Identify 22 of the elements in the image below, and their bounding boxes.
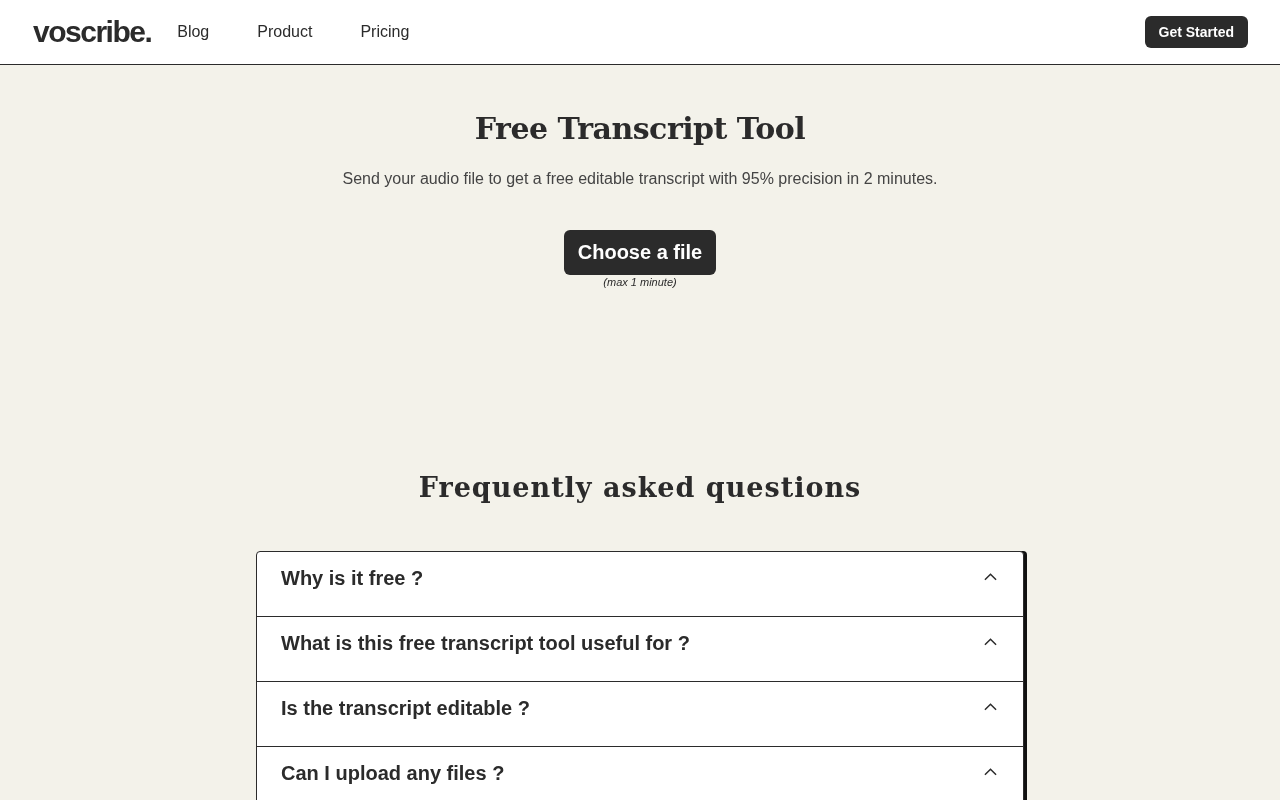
get-started-button[interactable]: Get Started xyxy=(1144,16,1248,48)
faq-question: Can I upload any files ? xyxy=(281,762,505,785)
chevron-up-icon[interactable] xyxy=(984,638,997,646)
nav-link[interactable]: Product xyxy=(257,23,313,41)
faq-question: Is the transcript editable ? xyxy=(281,697,530,720)
faq-heading: Frequently asked questions xyxy=(418,472,862,503)
chevron-up-icon[interactable] xyxy=(984,768,997,776)
faq-question: What is this free transcript tool useful for ? xyxy=(281,632,690,655)
nav-link[interactable]: Blog xyxy=(177,23,210,41)
faq-item[interactable]: Can I upload any files ? xyxy=(257,747,1023,800)
subtitle: Send your audio file to get a free editable transcript with 95% precision in 2 minutes. xyxy=(342,170,938,188)
faq-question: Why is it free ? xyxy=(281,567,424,590)
faq-item[interactable]: Why is it free ? xyxy=(257,552,1023,617)
chevron-up-icon[interactable] xyxy=(984,573,997,581)
logo[interactable]: voscribe. xyxy=(33,15,152,49)
faq-item[interactable]: Is the transcript editable ? xyxy=(257,682,1023,747)
page-title: Free Transcript Tool xyxy=(474,111,806,146)
chevron-up-icon[interactable] xyxy=(984,703,997,711)
faq-item[interactable]: What is this free transcript tool useful for ? xyxy=(257,617,1023,682)
nav-link[interactable]: Pricing xyxy=(360,23,410,41)
choose-file-button[interactable]: Choose a file xyxy=(563,230,717,275)
file-limit-note: (max 1 minute) xyxy=(603,276,677,288)
